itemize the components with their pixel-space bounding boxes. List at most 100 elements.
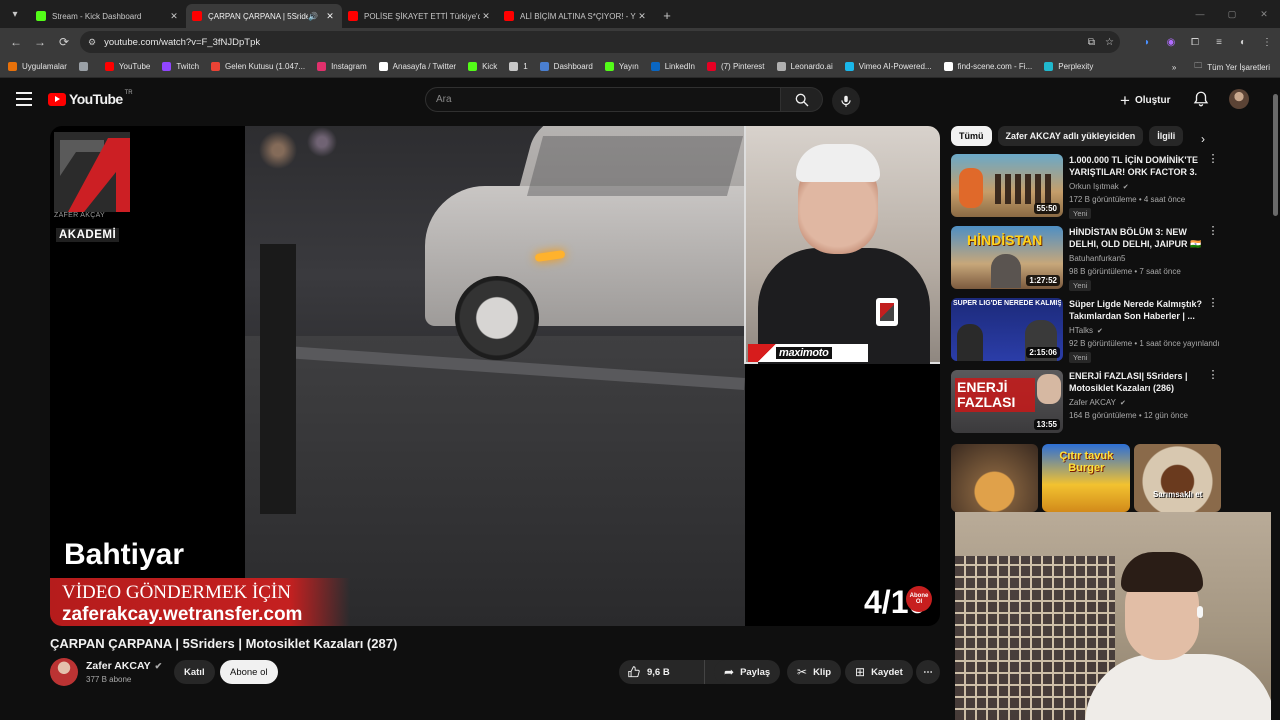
close-tab-icon[interactable]: ✕ xyxy=(480,11,492,22)
bookmark-star-icon[interactable]: ☆ xyxy=(1105,37,1114,48)
chip-all[interactable]: Tümü xyxy=(951,126,992,146)
bookmark-apps-grid[interactable] xyxy=(78,62,93,71)
bookmark-linkedin[interactable]: LinkedIn xyxy=(650,62,695,71)
recommendation-thumbnail[interactable]: SÜPER LİG'DE NEREDE KALMIŞTIK? 2:15:06 xyxy=(951,298,1063,361)
extension-icon[interactable]: ◗ xyxy=(1138,33,1156,51)
bookmark-7-pinterest[interactable]: (7) Pinterest xyxy=(706,62,765,71)
search-button[interactable] xyxy=(781,87,823,112)
streamer-webcam-overlay xyxy=(955,512,1280,720)
bookmark-youtube[interactable]: YouTube xyxy=(104,62,150,71)
more-bookmarks-icon[interactable]: » xyxy=(1172,63,1176,72)
extensions-area: ◗ ◉ ⧠ ≡ ◐ ⋮ xyxy=(1138,28,1276,56)
recommendation-item[interactable]: ENERJİ FAZLASI 13:55 ENERJİ FAZLASI| 5Sr… xyxy=(951,370,1221,434)
recommendation-item[interactable]: HİNDİSTAN 1:27:52 HİNDİSTAN BÖLÜM 3: NEW… xyxy=(951,226,1221,291)
back-icon[interactable]: ← xyxy=(4,30,28,54)
new-badge: Yeni xyxy=(1069,208,1092,219)
bookmark-dashboard[interactable]: Dashboard xyxy=(539,62,593,71)
bookmark-twitch[interactable]: Twitch xyxy=(162,62,199,71)
maximize-icon[interactable]: ▢ xyxy=(1216,0,1248,28)
site-info-icon[interactable]: ⚙ xyxy=(88,37,96,48)
speaker-icon[interactable]: 🔊 xyxy=(308,12,318,21)
more-vert-icon[interactable]: ⋮ xyxy=(1207,298,1219,309)
youtube-favicon-icon xyxy=(348,11,358,21)
like-button[interactable]: 9,6 B xyxy=(619,660,705,684)
youtube-icon xyxy=(104,62,114,71)
recommendation-thumbnail[interactable]: HİNDİSTAN 1:27:52 xyxy=(951,226,1063,289)
profile-icon[interactable]: ◐ xyxy=(1234,33,1252,51)
bookmark-anasayfa-twitter[interactable]: Anasayfa / Twitter xyxy=(378,62,456,71)
short-item[interactable] xyxy=(951,444,1039,512)
join-button[interactable]: Katıl xyxy=(174,660,215,684)
close-tab-icon[interactable]: ✕ xyxy=(636,11,648,22)
share-button[interactable]: ➦ Paylaş xyxy=(714,660,781,684)
short-item[interactable]: Çıtır tavuk Burger xyxy=(1042,444,1130,512)
youtube-logo[interactable]: YouTube TR xyxy=(48,90,133,107)
bookmark-perplexity[interactable]: Perplexity xyxy=(1044,62,1093,71)
browser-tab[interactable]: ALİ BİÇİM ALTINA S*ÇIYOR! - Y ✕ xyxy=(498,4,654,28)
more-vert-icon[interactable]: ⋮ xyxy=(1207,226,1219,237)
bookmark-yay-n[interactable]: Yayın xyxy=(604,62,639,71)
search-input[interactable]: Ara xyxy=(425,87,781,112)
reload-icon[interactable]: ⟳ xyxy=(52,30,76,54)
clip-button[interactable]: ✂ Klip xyxy=(787,660,842,684)
close-window-icon[interactable]: ✕ xyxy=(1248,0,1280,28)
channel-avatar[interactable] xyxy=(50,658,78,686)
subscribe-watermark[interactable]: Abone Ol xyxy=(906,586,932,612)
new-tab-icon[interactable]: + xyxy=(658,6,676,24)
bookmark-leonardo-ai[interactable]: Leonardo.ai xyxy=(776,62,833,71)
recommendation-item[interactable]: 55:50 1.000.000 TL İÇİN DOMİNİK'TE YARIŞ… xyxy=(951,154,1221,219)
browser-tab-active[interactable]: ÇARPAN ÇARPANA | 5Sriders 🔊 ✕ xyxy=(186,4,342,28)
page-scrollbar[interactable] xyxy=(1271,80,1280,720)
minimize-icon[interactable]: — xyxy=(1184,0,1216,28)
scrollbar-thumb[interactable] xyxy=(1273,94,1278,216)
like-count: 9,6 B xyxy=(647,666,670,678)
bookmark-gelen-kutusu-1-047[interactable]: Gelen Kutusu (1.047... xyxy=(211,62,305,71)
forward-icon[interactable]: → xyxy=(28,30,52,54)
channel-name[interactable]: Zafer AKCAY ✔ xyxy=(86,660,162,672)
close-tab-icon[interactable]: ✕ xyxy=(324,11,336,22)
bookmark-kick[interactable]: Kick xyxy=(468,62,497,71)
bookmark-uygulamalar[interactable]: Uygulamalar xyxy=(8,62,67,71)
zafer-akcay-akademi-logo: ZAFER AKÇAY AKADEMİ xyxy=(54,132,132,242)
address-bar[interactable]: ⚙ youtube.com/watch?v=F_3fNJDpTpk ⧉ ☆ xyxy=(80,31,1120,53)
bookmark-vimeo-ai-powered[interactable]: Vimeo AI-Powered... xyxy=(844,62,932,71)
playlist-add-icon: ⊞ xyxy=(855,665,866,679)
browser-tab[interactable]: POLİSE ŞİKAYET ETTİ Türkiye'd ✕ xyxy=(342,4,498,28)
extension-icon[interactable]: ◉ xyxy=(1162,33,1180,51)
browser-tab[interactable]: Stream - Kick Dashboard ✕ xyxy=(30,4,186,28)
more-vert-icon[interactable]: ⋮ xyxy=(1207,154,1219,165)
short-item[interactable]: Sarımsaklı et xyxy=(1133,444,1221,512)
more-actions-button[interactable]: ⋯ xyxy=(916,660,940,684)
more-vert-icon[interactable]: ⋮ xyxy=(1207,370,1219,381)
save-button[interactable]: ⊞ Kaydet xyxy=(845,660,913,684)
all-bookmarks-folder[interactable]: » 🗀 Tüm Yer İşaretleri xyxy=(1172,56,1270,78)
chip-from-uploader[interactable]: Zafer AKCAY adlı yükleyiciden xyxy=(997,126,1144,146)
voice-search-button[interactable] xyxy=(832,87,860,115)
notifications-bell-icon[interactable] xyxy=(1192,90,1210,108)
recommendation-thumbnail[interactable]: 55:50 xyxy=(951,154,1063,217)
chip-related[interactable]: İlgili xyxy=(1149,126,1184,146)
menu-icon[interactable] xyxy=(16,92,32,106)
create-button[interactable]: + Oluştur xyxy=(1120,89,1171,111)
chevron-right-icon[interactable]: › xyxy=(1196,132,1210,146)
close-tab-icon[interactable]: ✕ xyxy=(168,11,180,22)
banner-line-1: VİDEO GÖNDERMEK İÇİN xyxy=(62,582,292,603)
video-player[interactable]: ZAFER AKÇAY AKADEMİ maximoto Bahtiyar Vİ… xyxy=(50,126,940,626)
bookmark-find-scene-com-fi[interactable]: find-scene.com - Fi... xyxy=(943,62,1032,71)
subscribe-button[interactable]: Abone ol xyxy=(220,660,278,684)
verified-icon: ✔ xyxy=(154,660,163,671)
tab-search-icon[interactable]: ▾ xyxy=(4,3,26,25)
recommendation-thumbnail[interactable]: ENERJİ FAZLASI 13:55 xyxy=(951,370,1063,433)
find-scene-icon xyxy=(943,62,953,71)
grid-icon xyxy=(78,62,88,71)
recommendation-item[interactable]: SÜPER LİG'DE NEREDE KALMIŞTIK? 2:15:06 S… xyxy=(951,298,1221,363)
media-control-icon[interactable]: ≡ xyxy=(1210,33,1228,51)
account-avatar[interactable] xyxy=(1229,89,1249,109)
linkedin-icon xyxy=(650,62,660,71)
extensions-puzzle-icon[interactable]: ⧠ xyxy=(1186,33,1204,51)
cast-icon[interactable]: ⧉ xyxy=(1088,37,1095,48)
duration-badge: 13:55 xyxy=(1033,419,1060,430)
bookmark-instagram[interactable]: Instagram xyxy=(317,62,367,71)
bookmark-1[interactable]: 1 xyxy=(509,62,528,71)
more-menu-icon[interactable]: ⋮ xyxy=(1258,33,1276,51)
